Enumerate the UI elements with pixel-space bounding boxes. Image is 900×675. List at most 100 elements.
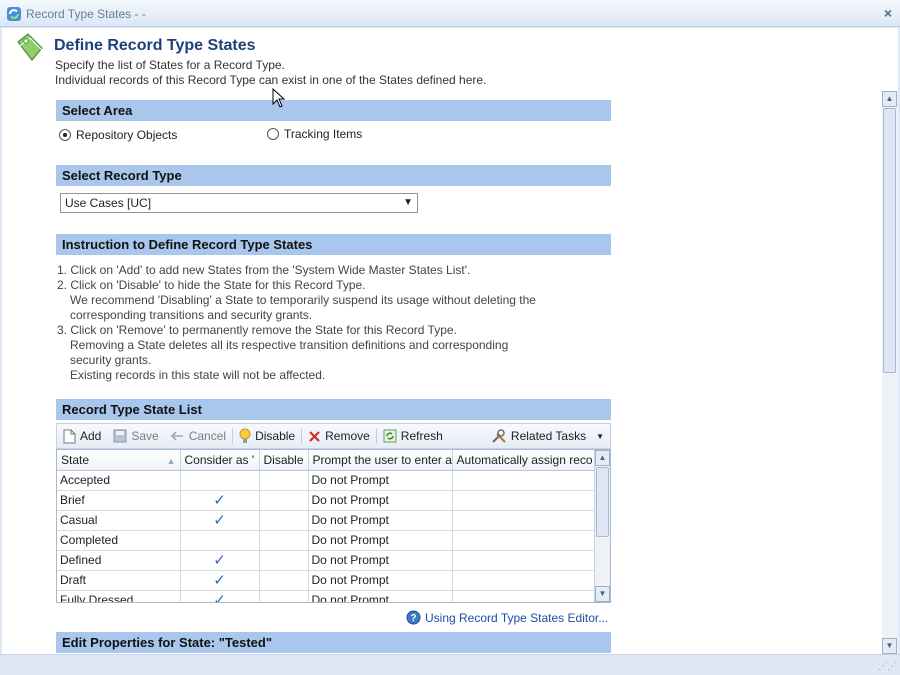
scroll-thumb[interactable] [883,108,896,373]
subtitle-line: Individual records of this Record Type c… [55,73,487,87]
cell-disable[interactable] [259,470,309,491]
grid-scrollbar[interactable]: ▲ ▼ [594,450,610,602]
column-header-auto-assign[interactable]: Automatically assign reco [452,450,595,471]
column-header-state[interactable]: State ▲ [57,450,181,471]
table-row[interactable]: Completed Do not Prompt [57,530,595,551]
scroll-down-icon[interactable]: ▼ [595,586,610,602]
cell-state[interactable]: Fully Dressed [57,590,181,602]
column-header-prompt[interactable]: Prompt the user to enter a [308,450,453,471]
cell-consider[interactable]: ✓ [180,570,260,591]
cell-consider[interactable]: ✓ [180,490,260,511]
cell-state[interactable]: Brief [57,490,181,511]
column-header-consider[interactable]: Consider as ' [180,450,260,471]
column-header-disable[interactable]: Disable [259,450,309,471]
instruction-line: 3. Click on 'Remove' to permanently remo… [57,323,457,337]
help-link[interactable]: ? Using Record Type States Editor... [406,610,608,625]
cell-prompt[interactable]: Do not Prompt [308,470,453,491]
refresh-icon [383,429,397,443]
cell-prompt[interactable]: Do not Prompt [308,590,453,602]
scroll-up-icon[interactable]: ▲ [595,450,610,466]
cell-state[interactable]: Accepted [57,470,181,491]
cell-auto-assign[interactable] [452,590,595,602]
table-row[interactable]: Brief ✓ Do not Prompt [57,490,595,511]
checkmark-icon: ✓ [213,492,226,509]
chevron-down-icon: ▼ [596,431,604,441]
new-document-icon [63,429,76,443]
radio-repository-objects[interactable]: Repository Objects [59,128,177,142]
cell-disable[interactable] [259,590,309,602]
cell-state[interactable]: Defined [57,550,181,571]
main-content: Define Record Type States Specify the li… [2,28,898,654]
disable-button[interactable]: Disable [233,426,301,446]
cell-auto-assign[interactable] [452,490,595,511]
section-select-area: Select Area [56,100,611,121]
section-instructions: Instruction to Define Record Type States [56,234,611,255]
page-title: Define Record Type States [54,37,256,54]
instruction-line: Existing records in this state will not … [70,368,326,382]
cell-disable[interactable] [259,510,309,531]
radio-label: Repository Objects [76,128,178,142]
cell-auto-assign[interactable] [452,510,595,531]
cancel-button[interactable]: Cancel [165,426,232,446]
table-row[interactable]: Fully Dressed ✓ Do not Prompt [57,590,595,602]
cell-disable[interactable] [259,490,309,511]
state-list-grid: State ▲ Consider as ' Disable Prompt the … [56,449,611,603]
add-button-label: Add [80,429,102,443]
add-button[interactable]: Add [57,426,107,446]
record-type-dropdown[interactable]: Use Cases [UC] ▼ [60,193,418,213]
close-icon[interactable]: × [884,5,892,21]
scroll-up-icon[interactable]: ▲ [882,91,897,107]
refresh-button[interactable]: Refresh [377,426,449,446]
window-title: Record Type States - - [26,7,146,21]
resize-grip-icon[interactable]: ⋰⋰ [878,661,897,672]
cell-disable[interactable] [259,570,309,591]
radio-button-selected[interactable] [59,129,71,141]
save-button-label: Save [131,429,159,443]
page-scrollbar[interactable]: ▲ ▼ [882,91,898,654]
remove-button-label: Remove [325,429,370,443]
page-subtitle: Specify the list of States for a Record … [55,58,486,88]
table-row[interactable]: Draft ✓ Do not Prompt [57,570,595,591]
radio-tracking-items[interactable]: Tracking Items [267,127,362,141]
cell-state[interactable]: Draft [57,570,181,591]
instruction-text: 1. Click on 'Add' to add new States from… [57,263,612,383]
checkmark-icon: ✓ [213,512,226,529]
dropdown-value: Use Cases [UC] [65,196,152,210]
save-button[interactable]: Save [107,426,164,446]
scroll-thumb[interactable] [596,467,609,537]
cell-consider[interactable]: ✓ [180,550,260,571]
table-row[interactable]: Accepted Do not Prompt [57,470,595,491]
table-row[interactable]: Defined ✓ Do not Prompt [57,550,595,571]
cell-prompt[interactable]: Do not Prompt [308,490,453,511]
instruction-line: 1. Click on 'Add' to add new States from… [57,263,471,277]
cell-consider[interactable]: ✓ [180,590,260,602]
scroll-down-icon[interactable]: ▼ [882,638,897,654]
sort-arrow-icon: ▲ [166,455,176,466]
undo-arrow-icon [170,431,183,441]
cell-disable[interactable] [259,550,309,571]
cell-auto-assign[interactable] [452,550,595,571]
instruction-line: 2. Click on 'Disable' to hide the State … [57,278,366,292]
instruction-line: We recommend 'Disabling' a State to temp… [70,293,536,307]
help-icon: ? [406,610,421,625]
cell-state[interactable]: Casual [57,510,181,531]
table-row[interactable]: Casual ✓ Do not Prompt [57,510,595,531]
cell-consider[interactable]: ✓ [180,510,260,531]
related-tasks-button[interactable]: Related Tasks ▼ [485,426,610,446]
cell-state[interactable]: Completed [57,530,181,551]
help-link-label[interactable]: Using Record Type States Editor... [425,611,608,625]
cell-prompt[interactable]: Do not Prompt [308,530,453,551]
cell-prompt[interactable]: Do not Prompt [308,550,453,571]
radio-button[interactable] [267,128,279,140]
cell-consider[interactable] [180,470,260,491]
remove-button[interactable]: Remove [302,426,376,446]
cell-disable[interactable] [259,530,309,551]
chevron-down-icon[interactable]: ▼ [403,197,413,208]
cell-prompt[interactable]: Do not Prompt [308,570,453,591]
subtitle-line: Specify the list of States for a Record … [55,58,285,72]
cell-auto-assign[interactable] [452,530,595,551]
cell-prompt[interactable]: Do not Prompt [308,510,453,531]
cell-auto-assign[interactable] [452,570,595,591]
cell-consider[interactable] [180,530,260,551]
cell-auto-assign[interactable] [452,470,595,491]
